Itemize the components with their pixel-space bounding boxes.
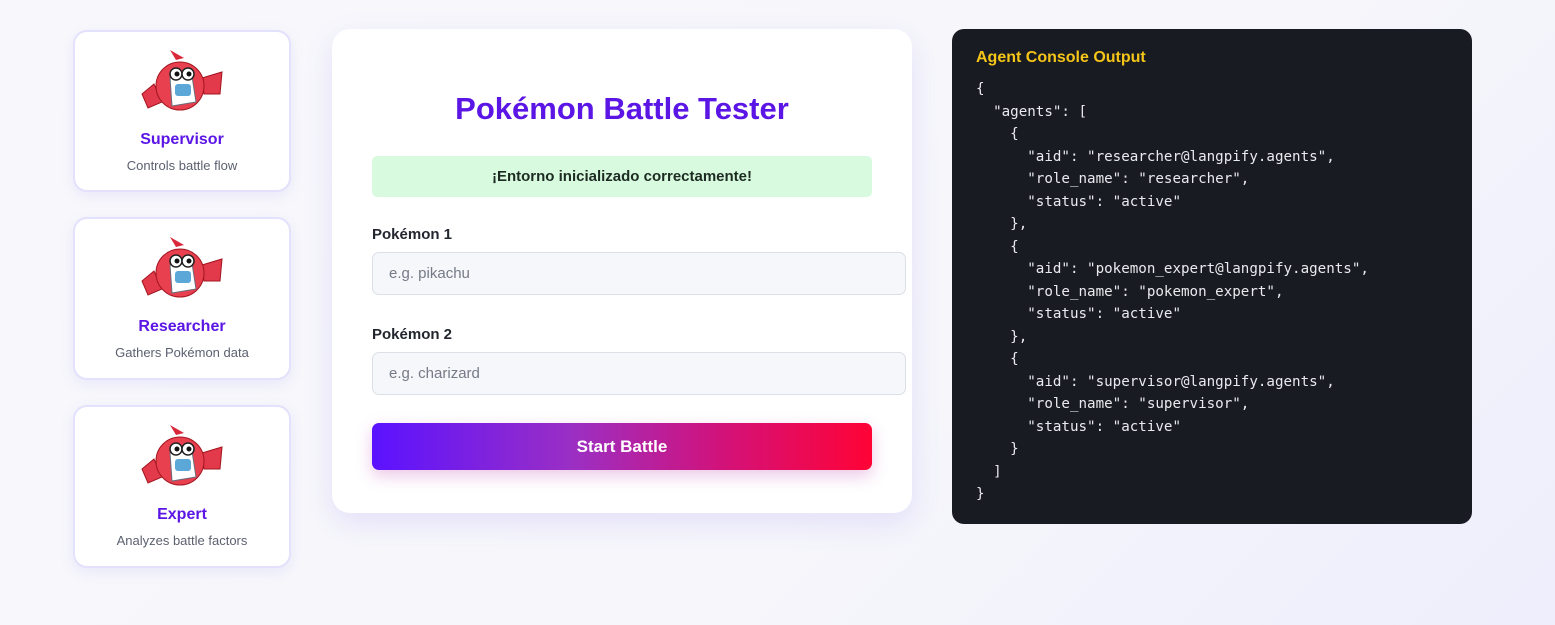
- pokemon2-input[interactable]: [372, 352, 906, 395]
- page-title: Pokémon Battle Tester: [455, 91, 789, 126]
- battle-form-panel: Pokémon Battle Tester ¡Entorno inicializ…: [332, 29, 912, 513]
- console-output: { "agents": [ { "aid": "researcher@langp…: [976, 81, 1369, 502]
- agent-name: Expert: [157, 506, 207, 523]
- agent-description: Controls battle flow: [126, 158, 238, 173]
- start-battle-button[interactable]: Start Battle: [372, 423, 872, 470]
- console-title: Agent Console Output: [976, 49, 1146, 66]
- agent-name: Supervisor: [140, 131, 224, 148]
- pokemon1-label: Pokémon 1: [372, 226, 453, 243]
- agent-card-expert[interactable]: Expert Analyzes battle factors: [73, 405, 291, 568]
- pokemon1-input[interactable]: [372, 252, 906, 295]
- agent-card-researcher[interactable]: Researcher Gathers Pokémon data: [73, 217, 291, 380]
- agent-card-supervisor[interactable]: Supervisor Controls battle flow: [73, 30, 291, 192]
- status-banner: ¡Entorno inicializado correctamente!: [372, 156, 872, 197]
- agent-description: Gathers Pokémon data: [115, 345, 249, 360]
- agent-console: Agent Console Output { "agents": [ { "ai…: [952, 29, 1472, 524]
- agent-description: Analyzes battle factors: [116, 533, 248, 548]
- rotom-dex-icon: [140, 50, 224, 116]
- agent-name: Researcher: [138, 318, 226, 335]
- rotom-dex-icon: [140, 425, 224, 491]
- rotom-dex-icon: [140, 237, 224, 303]
- pokemon2-label: Pokémon 2: [372, 326, 453, 343]
